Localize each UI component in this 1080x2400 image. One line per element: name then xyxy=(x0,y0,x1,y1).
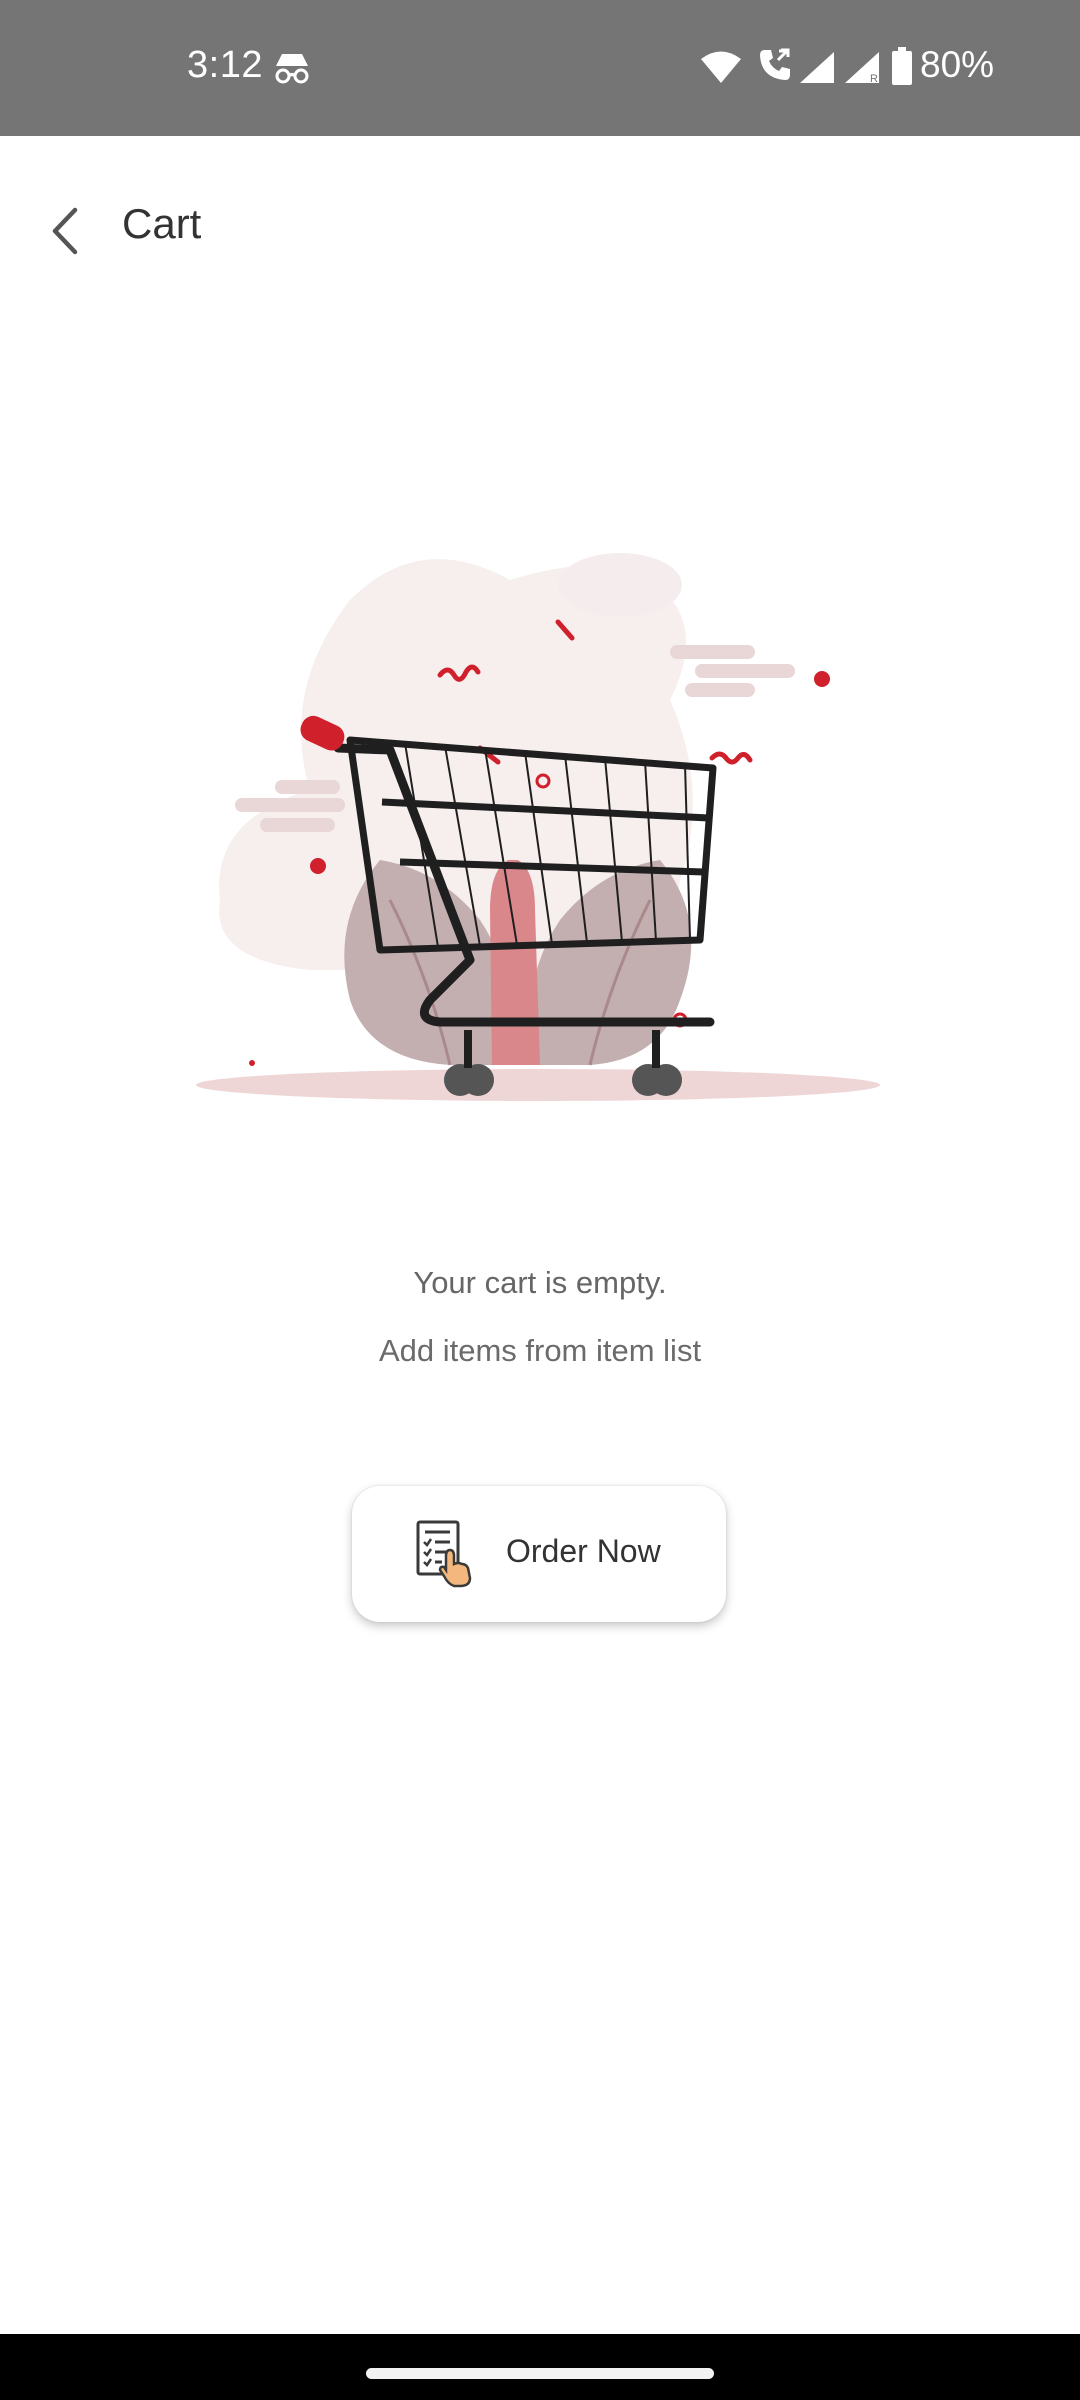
chevron-left-icon xyxy=(52,207,78,255)
empty-cart-message: Your cart is empty. xyxy=(413,1265,667,1300)
status-time: 3:12 xyxy=(187,44,263,86)
home-indicator[interactable] xyxy=(366,2368,714,2379)
order-now-button[interactable]: Order Now xyxy=(352,1486,726,1622)
shopping-cart-illustration xyxy=(196,553,880,1101)
battery-percentage: 80% xyxy=(920,44,995,85)
app-bar: Cart xyxy=(0,136,1080,316)
svg-text:R: R xyxy=(870,73,878,84)
page-title: Cart xyxy=(122,200,202,247)
battery-icon xyxy=(892,47,912,85)
signal-icon xyxy=(800,52,834,83)
cart-screen: 3:12 R 80% Cart Your cart is empty. Add … xyxy=(0,0,1080,2400)
order-now-label: Order Now xyxy=(506,1533,661,1569)
signal-roaming-icon: R xyxy=(845,52,879,84)
empty-cart-hint: Add items from item list xyxy=(378,1333,702,1368)
navigation-bar xyxy=(0,2334,1080,2400)
wifi-icon xyxy=(701,51,741,83)
incognito-icon xyxy=(275,54,309,84)
back-button[interactable] xyxy=(30,196,100,266)
call-icon xyxy=(760,48,790,80)
status-bar: 3:12 R 80% xyxy=(0,0,1080,136)
order-list-icon xyxy=(416,1520,472,1588)
